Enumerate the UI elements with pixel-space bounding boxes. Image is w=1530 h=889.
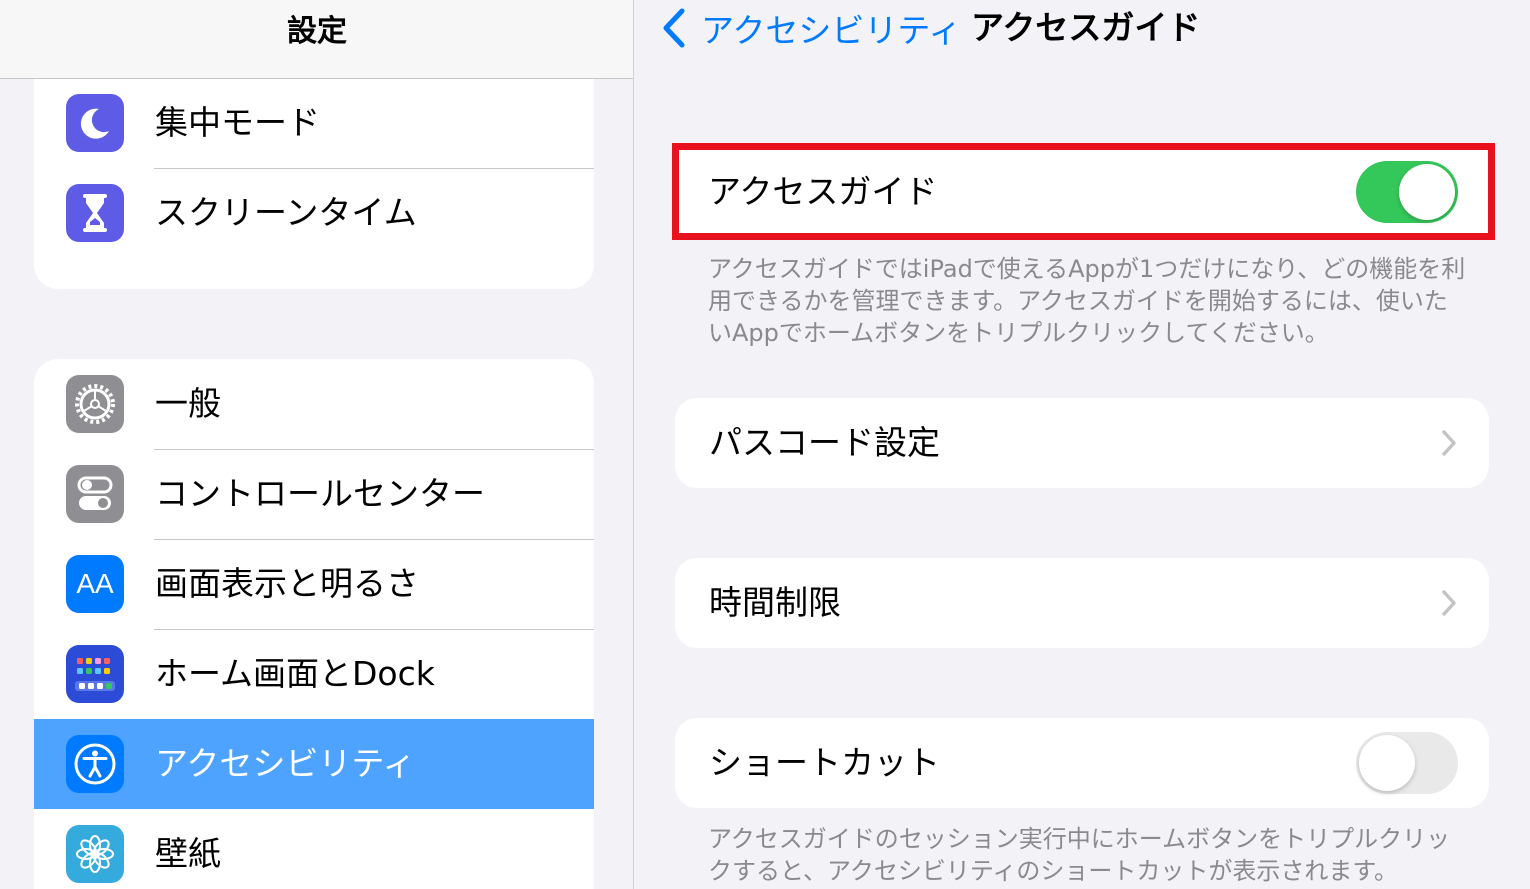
passcode-settings-row[interactable]: パスコード設定 — [675, 398, 1489, 488]
sidebar-item-screen-time[interactable]: スクリーンタイム — [34, 168, 594, 258]
text-size-icon: AA — [66, 555, 124, 613]
sidebar-item-label: 一般 — [155, 384, 221, 423]
chevron-left-icon — [663, 8, 685, 48]
text-size-glyph: AA — [76, 568, 114, 599]
sidebar-item-general[interactable]: 一般 — [34, 359, 594, 449]
sidebar-item-label: 画面表示と明るさ — [155, 564, 419, 603]
sidebar-item-display[interactable]: AA 画面表示と明るさ — [34, 539, 594, 629]
gear-icon — [66, 375, 124, 433]
detail-pane: アクセシビリティ アクセスガイド アクセスガイド アクセスガイドではiPadで使… — [635, 0, 1530, 889]
sidebar-item-accessibility[interactable]: アクセシビリティ — [34, 719, 594, 809]
sidebar-item-focus[interactable]: 集中モード — [34, 78, 594, 168]
accessibility-icon — [66, 735, 124, 793]
sidebar-item-label: 壁紙 — [155, 834, 221, 873]
time-limits-label: 時間制限 — [709, 583, 841, 622]
guided-access-label: アクセスガイド — [708, 172, 938, 211]
chevron-right-icon — [1442, 590, 1456, 616]
shortcut-footer: アクセスガイドのセッション実行中にホームボタンをトリプルクリックすると、アクセシ… — [708, 825, 1451, 885]
sidebar-title: 設定 — [287, 14, 347, 49]
hourglass-icon — [66, 184, 124, 242]
sidebar-item-label: 集中モード — [155, 103, 320, 142]
chevron-right-icon — [1442, 430, 1456, 456]
sidebar-item-label: スクリーンタイム — [155, 193, 417, 232]
home-grid-icon — [66, 645, 124, 703]
passcode-settings-label: パスコード設定 — [709, 423, 940, 462]
shortcut-row: ショートカット — [675, 718, 1489, 808]
back-button[interactable]: アクセシビリティ — [661, 6, 961, 50]
guided-access-toggle[interactable] — [1356, 161, 1458, 223]
toggle-knob — [1359, 735, 1415, 791]
shortcut-toggle[interactable] — [1356, 732, 1458, 794]
toggle-knob — [1399, 164, 1455, 220]
back-label: アクセシビリティ — [701, 11, 962, 50]
sidebar-item-wallpaper[interactable]: 壁紙 — [34, 809, 594, 889]
sidebar-item-label: ホーム画面とDock — [155, 654, 435, 693]
time-limits-row[interactable]: 時間制限 — [675, 558, 1489, 648]
moon-icon — [66, 94, 124, 152]
sidebar-item-label: アクセシビリティ — [155, 744, 416, 783]
flower-icon — [66, 825, 124, 883]
guided-access-footer: アクセスガイドではiPadで使えるAppが1つだけになり、どの機能を利用できるか… — [708, 255, 1466, 347]
shortcut-label: ショートカット — [709, 743, 940, 782]
sidebar-header: 設定 — [0, 0, 633, 79]
sidebar-group-general: 一般 コントロールセンター AA 画面表示と明るさ ホーム画面とDock アクセ… — [34, 359, 594, 889]
sidebar-item-control-center[interactable]: コントロールセンター — [34, 449, 594, 539]
sidebar: 集中モード スクリーンタイム 一般 コントロールセンター AA 画面表示と明るさ… — [0, 0, 634, 889]
sidebar-item-label: コントロールセンター — [155, 474, 485, 513]
switches-icon — [66, 465, 124, 523]
page-title: アクセスガイド — [971, 8, 1201, 47]
sidebar-item-home-screen[interactable]: ホーム画面とDock — [34, 629, 594, 719]
guided-access-row: アクセスガイド — [672, 143, 1495, 240]
